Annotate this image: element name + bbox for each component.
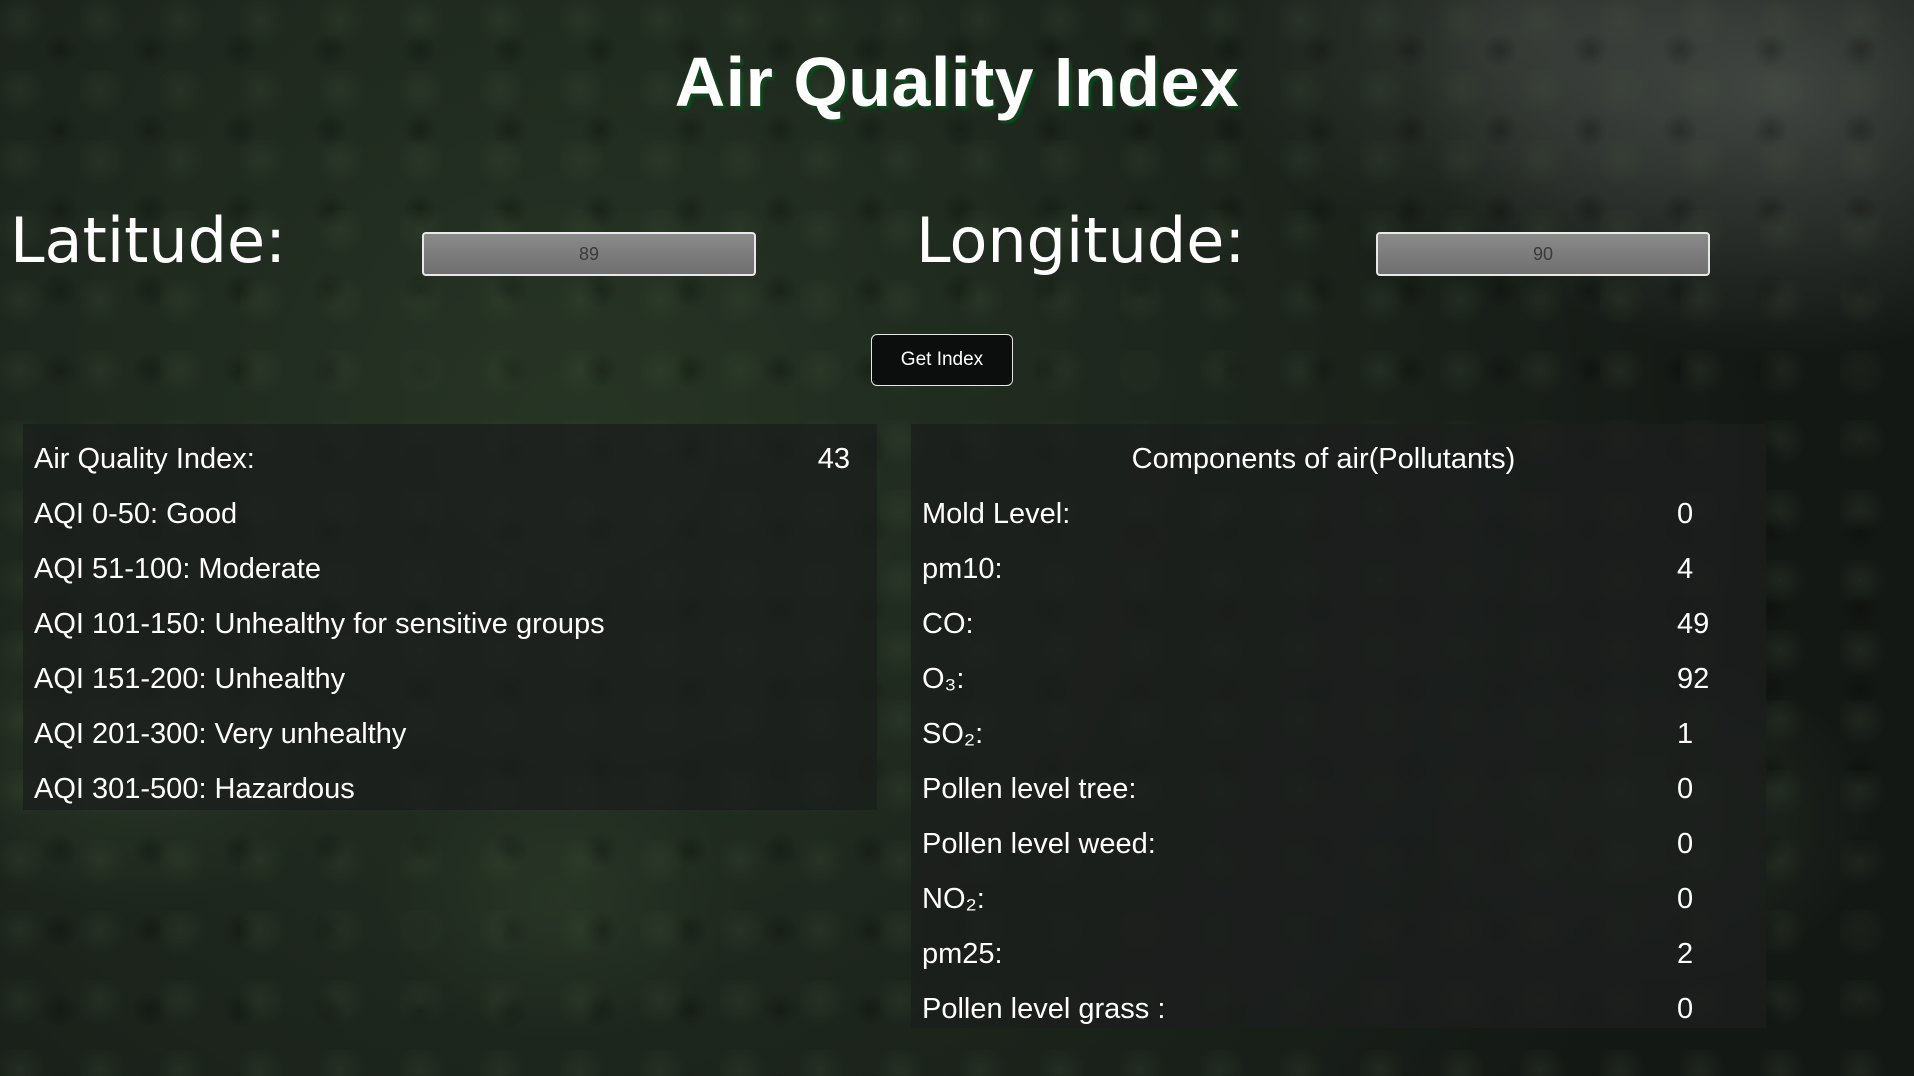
aqi-scale-very-unhealthy: AQI 201-300: Very unhealthy <box>34 718 407 750</box>
components-panel: Components of air(Pollutants) Mold Level… <box>911 424 1766 1028</box>
aqi-scale-row: AQI 51-100: Moderate <box>23 542 877 597</box>
aqi-scale-hazardous: AQI 301-500: Hazardous <box>34 773 355 805</box>
aqi-scale-moderate: AQI 51-100: Moderate <box>34 553 321 585</box>
component-value: 0 <box>1677 828 1694 860</box>
component-value: 0 <box>1677 993 1694 1025</box>
component-label: pm25: <box>922 938 1003 970</box>
component-row-no2: NO₂: 0 <box>911 872 1766 927</box>
component-value: 0 <box>1677 498 1694 530</box>
aqi-scale-row: AQI 0-50: Good <box>23 487 877 542</box>
components-header: Components of air(Pollutants) <box>1131 443 1516 475</box>
component-label: Pollen level weed: <box>922 828 1156 860</box>
component-row-pollen-grass: Pollen level grass : 0 <box>911 982 1766 1037</box>
aqi-index-label: Air Quality Index: <box>34 443 255 475</box>
aqi-scale-good: AQI 0-50: Good <box>34 498 238 530</box>
component-value: 92 <box>1677 663 1710 695</box>
component-row-pm25: pm25: 2 <box>911 927 1766 982</box>
component-label: O₃: <box>922 663 965 695</box>
component-row-o3: O₃: 92 <box>911 652 1766 707</box>
component-label: SO₂: <box>922 718 984 750</box>
component-row-pm10: pm10: 4 <box>911 542 1766 597</box>
latitude-input[interactable] <box>422 232 756 276</box>
longitude-input[interactable] <box>1376 232 1710 276</box>
component-row-pollen-tree: Pollen level tree: 0 <box>911 762 1766 817</box>
component-value: 0 <box>1677 883 1694 915</box>
longitude-label: Longitude: <box>916 204 1246 277</box>
aqi-scale-row: AQI 151-200: Unhealthy <box>23 652 877 707</box>
aqi-index-value: 43 <box>817 443 850 475</box>
component-row-pollen-weed: Pollen level weed: 0 <box>911 817 1766 872</box>
aqi-scale-row: AQI 101-150: Unhealthy for sensitive gro… <box>23 597 877 652</box>
aqi-scale-row: AQI 201-300: Very unhealthy <box>23 707 877 762</box>
page-title: Air Quality Index <box>674 43 1240 121</box>
component-value: 49 <box>1677 608 1710 640</box>
aqi-scale-unhealthy: AQI 151-200: Unhealthy <box>34 663 346 695</box>
aqi-scale-unhealthy-sensitive: AQI 101-150: Unhealthy for sensitive gro… <box>34 608 605 640</box>
component-label: Pollen level grass : <box>922 993 1166 1025</box>
component-row-mold: Mold Level: 0 <box>911 487 1766 542</box>
get-index-button[interactable]: Get Index <box>871 334 1013 386</box>
component-value: 4 <box>1677 553 1694 585</box>
component-label: Mold Level: <box>922 498 1071 530</box>
component-label: Pollen level tree: <box>922 773 1137 805</box>
latitude-label: Latitude: <box>10 204 287 277</box>
aqi-index-row: Air Quality Index: 43 <box>23 432 877 487</box>
component-label: pm10: <box>922 553 1003 585</box>
aqi-scale-row: AQI 301-500: Hazardous <box>23 762 877 817</box>
aqi-panel: Air Quality Index: 43 AQI 0-50: Good AQI… <box>23 424 877 810</box>
component-label: CO: <box>922 608 974 640</box>
component-value: 2 <box>1677 938 1694 970</box>
component-row-so2: SO₂: 1 <box>911 707 1766 762</box>
component-label: NO₂: <box>922 883 985 915</box>
component-value: 1 <box>1677 718 1694 750</box>
component-value: 0 <box>1677 773 1694 805</box>
component-row-co: CO: 49 <box>911 597 1766 652</box>
